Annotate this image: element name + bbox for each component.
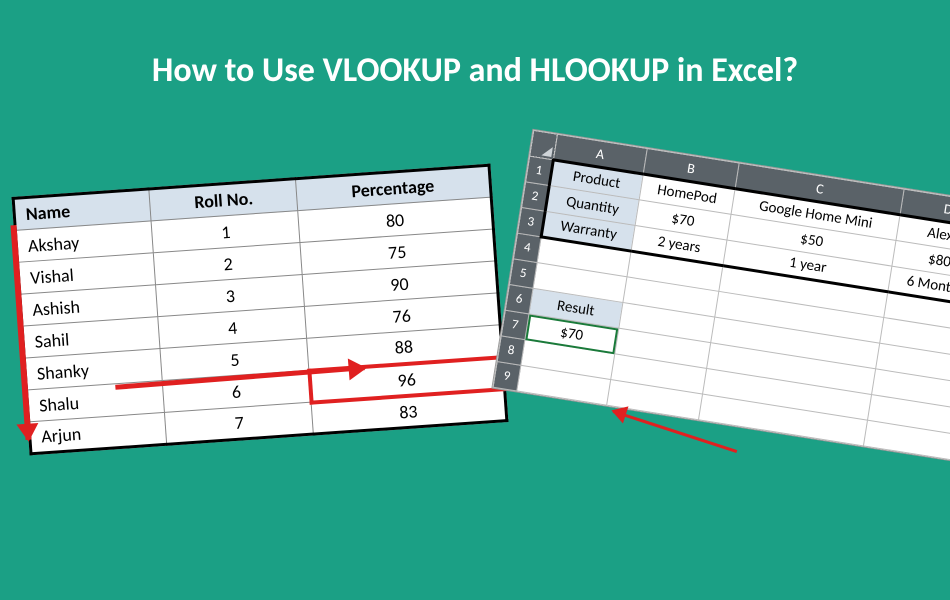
sheet-corner [530, 130, 558, 159]
page-title: How to Use VLOOKUP and HLOOKUP in Excel? [152, 50, 798, 91]
vlookup-table: Name Roll No. Percentage Akshay 1 80 Vis… [12, 164, 509, 456]
hlookup-sheet: A B C D 1 Product HomePod Google Home Mi… [492, 130, 950, 461]
